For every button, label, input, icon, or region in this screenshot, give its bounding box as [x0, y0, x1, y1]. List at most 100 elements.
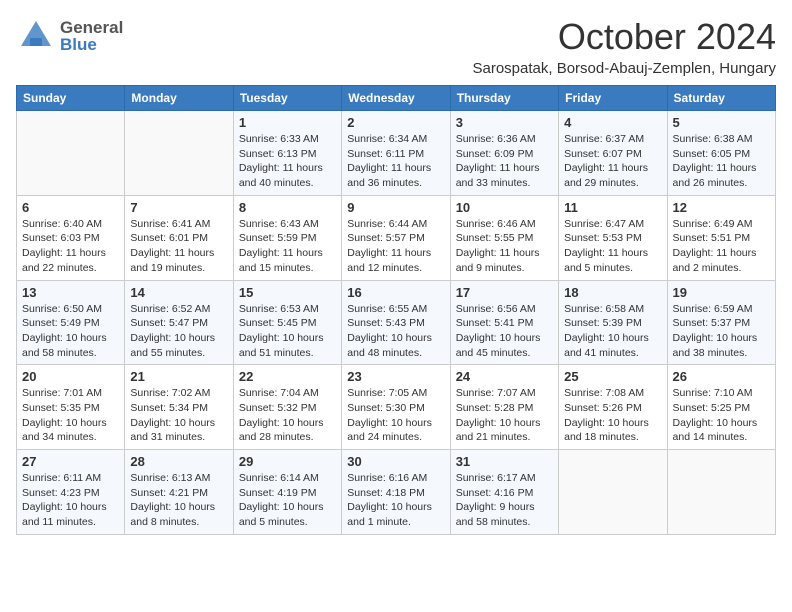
calendar-cell: 6Sunrise: 6:40 AM Sunset: 6:03 PM Daylig…	[17, 195, 125, 280]
weekday-header-thursday: Thursday	[450, 86, 558, 111]
calendar-cell: 15Sunrise: 6:53 AM Sunset: 5:45 PM Dayli…	[233, 280, 341, 365]
day-info: Sunrise: 6:17 AM Sunset: 4:16 PM Dayligh…	[456, 471, 553, 530]
weekday-header-row: SundayMondayTuesdayWednesdayThursdayFrid…	[17, 86, 776, 111]
day-info: Sunrise: 6:44 AM Sunset: 5:57 PM Dayligh…	[347, 217, 444, 276]
day-number: 2	[347, 115, 444, 130]
day-info: Sunrise: 6:58 AM Sunset: 5:39 PM Dayligh…	[564, 302, 661, 361]
calendar-cell: 21Sunrise: 7:02 AM Sunset: 5:34 PM Dayli…	[125, 365, 233, 450]
calendar-cell: 4 Sunrise: 6:37 AM Sunset: 6:07 PM Daylig…	[559, 111, 667, 196]
weekday-header-tuesday: Tuesday	[233, 86, 341, 111]
day-number: 14	[130, 285, 227, 300]
day-number: 22	[239, 369, 336, 384]
day-number: 1	[239, 115, 336, 130]
day-info: Sunrise: 6:13 AM Sunset: 4:21 PM Dayligh…	[130, 471, 227, 530]
day-info: Sunrise: 6:37 AM Sunset: 6:07 PM Dayligh…	[564, 132, 661, 191]
day-number: 18	[564, 285, 661, 300]
weekday-header-saturday: Saturday	[667, 86, 775, 111]
logo-icon	[16, 16, 56, 56]
calendar-cell: 13Sunrise: 6:50 AM Sunset: 5:49 PM Dayli…	[17, 280, 125, 365]
calendar-cell: 30 Sunrise: 6:16 AM Sunset: 4:18 PM Dayli…	[342, 450, 450, 535]
day-info: Sunrise: 7:07 AM Sunset: 5:28 PM Dayligh…	[456, 386, 553, 445]
day-info: Sunrise: 6:47 AM Sunset: 5:53 PM Dayligh…	[564, 217, 661, 276]
page-header: General Blue October 2024 Sarospatak, Bo…	[16, 16, 776, 77]
day-info: Sunrise: 6:33 AM Sunset: 6:13 PM Dayligh…	[239, 132, 336, 191]
day-info: Sunrise: 7:08 AM Sunset: 5:26 PM Dayligh…	[564, 386, 661, 445]
day-info: Sunrise: 7:01 AM Sunset: 5:35 PM Dayligh…	[22, 386, 119, 445]
calendar-cell: 27 Sunrise: 6:11 AM Sunset: 4:23 PM Dayli…	[17, 450, 125, 535]
day-number: 11	[564, 200, 661, 215]
day-info: Sunrise: 6:49 AM Sunset: 5:51 PM Dayligh…	[673, 217, 770, 276]
calendar-cell: 29 Sunrise: 6:14 AM Sunset: 4:19 PM Dayli…	[233, 450, 341, 535]
calendar-cell: 14 Sunrise: 6:52 AM Sunset: 5:47 PM Dayli…	[125, 280, 233, 365]
calendar-cell: 23 Sunrise: 7:05 AM Sunset: 5:30 PM Dayli…	[342, 365, 450, 450]
day-number: 4	[564, 115, 661, 130]
calendar-cell: 20 Sunrise: 7:01 AM Sunset: 5:35 PM Dayli…	[17, 365, 125, 450]
calendar-week-row: 6Sunrise: 6:40 AM Sunset: 6:03 PM Daylig…	[17, 195, 776, 280]
day-info: Sunrise: 7:05 AM Sunset: 5:30 PM Dayligh…	[347, 386, 444, 445]
logo-text: General Blue	[60, 19, 123, 53]
calendar-cell: 7Sunrise: 6:41 AM Sunset: 6:01 PM Daylig…	[125, 195, 233, 280]
weekday-header-wednesday: Wednesday	[342, 86, 450, 111]
day-number: 20	[22, 369, 119, 384]
day-info: Sunrise: 6:14 AM Sunset: 4:19 PM Dayligh…	[239, 471, 336, 530]
weekday-header-friday: Friday	[559, 86, 667, 111]
day-info: Sunrise: 6:34 AM Sunset: 6:11 PM Dayligh…	[347, 132, 444, 191]
day-info: Sunrise: 6:38 AM Sunset: 6:05 PM Dayligh…	[673, 132, 770, 191]
day-number: 31	[456, 454, 553, 469]
day-info: Sunrise: 6:56 AM Sunset: 5:41 PM Dayligh…	[456, 302, 553, 361]
day-number: 29	[239, 454, 336, 469]
calendar-cell	[667, 450, 775, 535]
calendar-cell	[559, 450, 667, 535]
day-number: 13	[22, 285, 119, 300]
month-title: October 2024	[473, 16, 777, 58]
calendar-week-row: 13Sunrise: 6:50 AM Sunset: 5:49 PM Dayli…	[17, 280, 776, 365]
calendar-cell: 8 Sunrise: 6:43 AM Sunset: 5:59 PM Daylig…	[233, 195, 341, 280]
calendar-cell: 12 Sunrise: 6:49 AM Sunset: 5:51 PM Dayli…	[667, 195, 775, 280]
day-number: 28	[130, 454, 227, 469]
calendar-cell: 1 Sunrise: 6:33 AM Sunset: 6:13 PM Daylig…	[233, 111, 341, 196]
calendar-cell: 26 Sunrise: 7:10 AM Sunset: 5:25 PM Dayli…	[667, 365, 775, 450]
calendar-cell: 28 Sunrise: 6:13 AM Sunset: 4:21 PM Dayli…	[125, 450, 233, 535]
day-info: Sunrise: 6:43 AM Sunset: 5:59 PM Dayligh…	[239, 217, 336, 276]
day-number: 19	[673, 285, 770, 300]
weekday-header-monday: Monday	[125, 86, 233, 111]
location-subtitle: Sarospatak, Borsod-Abauj-Zemplen, Hungar…	[473, 60, 777, 77]
day-number: 25	[564, 369, 661, 384]
day-info: Sunrise: 6:46 AM Sunset: 5:55 PM Dayligh…	[456, 217, 553, 276]
day-number: 12	[673, 200, 770, 215]
day-info: Sunrise: 7:04 AM Sunset: 5:32 PM Dayligh…	[239, 386, 336, 445]
day-number: 27	[22, 454, 119, 469]
day-number: 26	[673, 369, 770, 384]
calendar-cell: 19 Sunrise: 6:59 AM Sunset: 5:37 PM Dayli…	[667, 280, 775, 365]
calendar-cell: 10 Sunrise: 6:46 AM Sunset: 5:55 PM Dayli…	[450, 195, 558, 280]
calendar-cell: 16Sunrise: 6:55 AM Sunset: 5:43 PM Dayli…	[342, 280, 450, 365]
calendar-cell: 31 Sunrise: 6:17 AM Sunset: 4:16 PM Dayli…	[450, 450, 558, 535]
day-info: Sunrise: 7:10 AM Sunset: 5:25 PM Dayligh…	[673, 386, 770, 445]
day-number: 24	[456, 369, 553, 384]
logo-general: General	[60, 19, 123, 36]
day-info: Sunrise: 6:41 AM Sunset: 6:01 PM Dayligh…	[130, 217, 227, 276]
calendar-week-row: 27 Sunrise: 6:11 AM Sunset: 4:23 PM Dayli…	[17, 450, 776, 535]
calendar-cell: 18 Sunrise: 6:58 AM Sunset: 5:39 PM Dayli…	[559, 280, 667, 365]
calendar-cell	[17, 111, 125, 196]
calendar-table: SundayMondayTuesdayWednesdayThursdayFrid…	[16, 85, 776, 535]
day-number: 23	[347, 369, 444, 384]
logo-blue: Blue	[60, 36, 123, 53]
day-info: Sunrise: 6:59 AM Sunset: 5:37 PM Dayligh…	[673, 302, 770, 361]
day-info: Sunrise: 6:16 AM Sunset: 4:18 PM Dayligh…	[347, 471, 444, 530]
day-number: 30	[347, 454, 444, 469]
day-info: Sunrise: 6:53 AM Sunset: 5:45 PM Dayligh…	[239, 302, 336, 361]
day-info: Sunrise: 6:52 AM Sunset: 5:47 PM Dayligh…	[130, 302, 227, 361]
day-info: Sunrise: 6:11 AM Sunset: 4:23 PM Dayligh…	[22, 471, 119, 530]
title-section: October 2024 Sarospatak, Borsod-Abauj-Ze…	[473, 16, 777, 77]
calendar-cell: 3Sunrise: 6:36 AM Sunset: 6:09 PM Daylig…	[450, 111, 558, 196]
day-number: 8	[239, 200, 336, 215]
calendar-cell	[125, 111, 233, 196]
day-number: 10	[456, 200, 553, 215]
day-number: 21	[130, 369, 227, 384]
calendar-cell: 5Sunrise: 6:38 AM Sunset: 6:05 PM Daylig…	[667, 111, 775, 196]
calendar-body: 1 Sunrise: 6:33 AM Sunset: 6:13 PM Daylig…	[17, 111, 776, 535]
calendar-cell: 22 Sunrise: 7:04 AM Sunset: 5:32 PM Dayli…	[233, 365, 341, 450]
day-info: Sunrise: 6:40 AM Sunset: 6:03 PM Dayligh…	[22, 217, 119, 276]
weekday-header-sunday: Sunday	[17, 86, 125, 111]
